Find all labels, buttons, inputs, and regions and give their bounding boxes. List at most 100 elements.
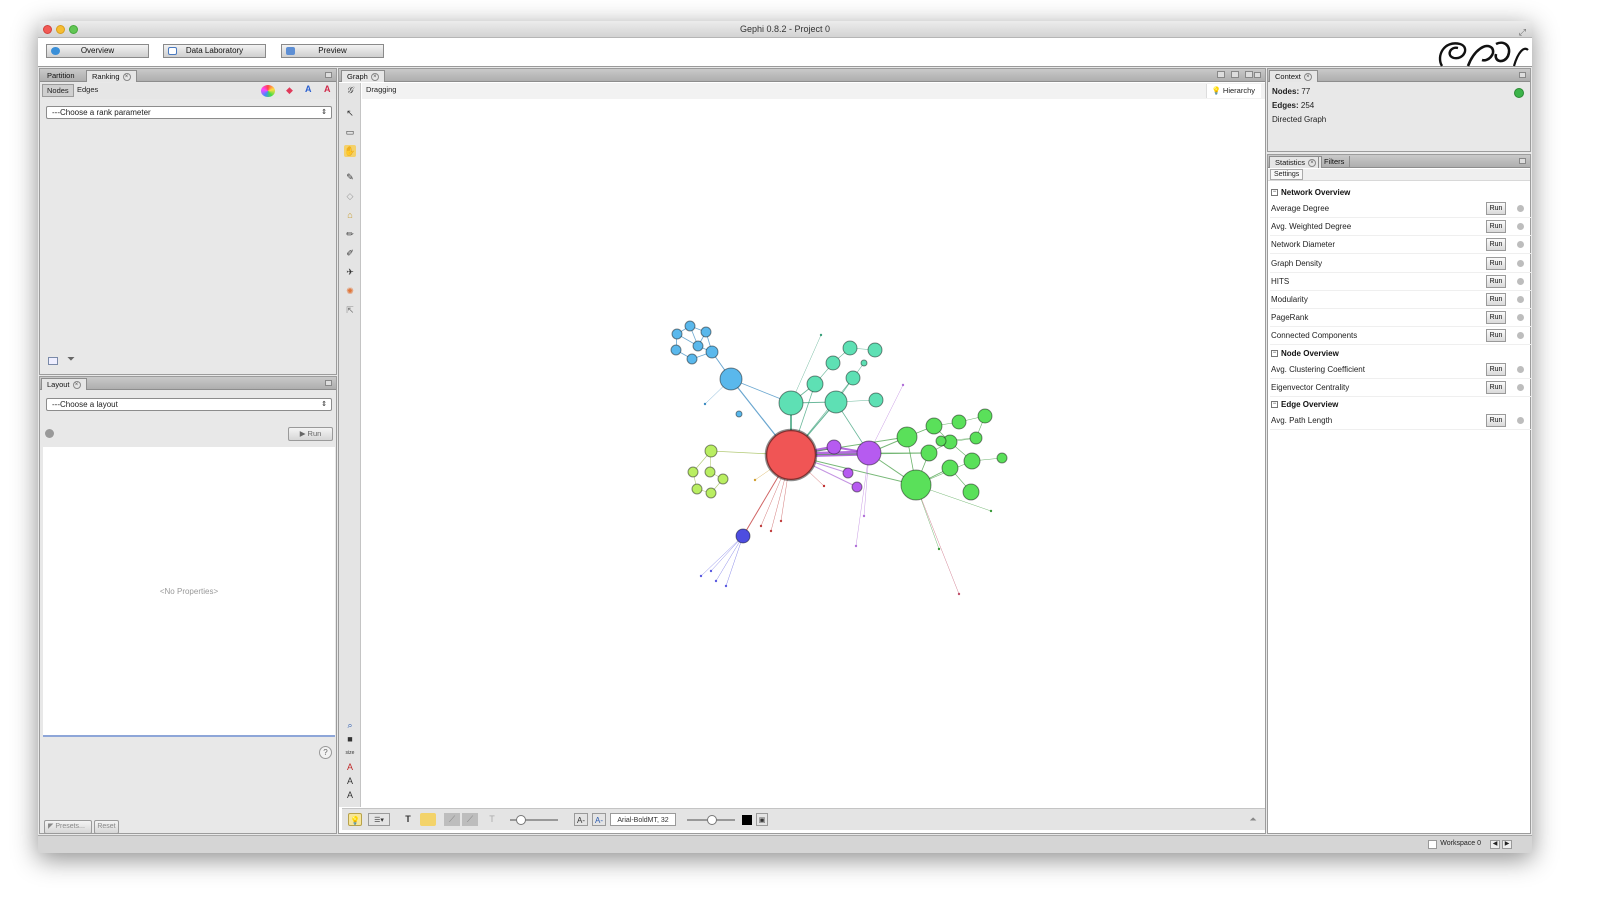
close-icon[interactable]: × [122, 73, 131, 82]
label-color-swatch[interactable] [742, 815, 752, 825]
section-header[interactable]: − Network Overview [1271, 186, 1529, 200]
run-statistic-button[interactable]: Run [1486, 380, 1506, 394]
node-size-icon[interactable]: size [344, 747, 356, 759]
help-button[interactable]: ? [319, 746, 332, 759]
rectangle-select-icon[interactable]: ▭ [344, 126, 356, 138]
previous-workspace-icon[interactable]: ◀ [1490, 840, 1500, 849]
tab-layout[interactable]: Layout × [41, 378, 87, 390]
slider-thumb[interactable] [516, 815, 526, 825]
refresh-icon[interactable] [1514, 88, 1524, 98]
close-icon[interactable]: × [370, 73, 379, 82]
label-scale-slider[interactable] [687, 815, 735, 825]
run-statistic-button[interactable]: Run [1486, 238, 1506, 252]
edge-weight-icon[interactable]: ⟋ [462, 813, 478, 826]
edit-node-icon[interactable]: ⇱ [344, 304, 356, 316]
collapse-icon[interactable]: − [1271, 349, 1278, 357]
label-color-icon[interactable]: A [305, 84, 312, 94]
presets-button[interactable]: ◤ Presets... [44, 820, 92, 834]
tab-statistics[interactable]: Statistics × [1269, 156, 1323, 168]
lightbulb-icon[interactable]: 💡 [348, 813, 362, 826]
eraser-icon[interactable]: ◇ [344, 190, 356, 202]
workspace-label[interactable]: Workspace 0 [1440, 840, 1481, 847]
subtab-nodes[interactable]: Nodes [42, 84, 74, 97]
gephi-g-icon[interactable]: 𝒢 [344, 85, 356, 97]
collapse-icon[interactable]: − [1271, 401, 1278, 409]
run-statistic-button[interactable]: Run [1486, 202, 1506, 215]
slider-thumb[interactable] [707, 815, 717, 825]
green-node [935, 435, 947, 447]
run-statistic-button[interactable]: Run [1486, 274, 1506, 288]
layout-run-button[interactable]: ▶ Run [288, 427, 333, 441]
close-icon[interactable]: × [1308, 159, 1317, 168]
minimize-panel-icon[interactable] [1519, 72, 1526, 78]
painter-icon[interactable]: ✎ [344, 171, 356, 183]
edge-color-icon[interactable]: ⟋ [444, 813, 460, 826]
run-statistic-button[interactable]: Run [1486, 311, 1506, 325]
screenshot-icon[interactable]: ▣ [756, 813, 768, 826]
edge-pencil-icon[interactable]: ✐ [344, 247, 356, 259]
scroll-left-icon[interactable] [1217, 71, 1225, 78]
pencil-icon[interactable]: ✏ [344, 228, 356, 240]
font-color-icon[interactable]: A [344, 761, 356, 773]
tab-graph[interactable]: Graph × [341, 70, 385, 82]
filter-icon[interactable]: ⏷ [67, 354, 75, 365]
close-icon[interactable]: × [1303, 73, 1312, 82]
overview-button[interactable]: Overview [46, 44, 149, 58]
edges-toggle-icon[interactable] [420, 813, 436, 826]
font-icon[interactable]: A [344, 775, 356, 787]
next-workspace-icon[interactable]: ▶ [1502, 840, 1512, 849]
label-size-icon[interactable]: T [486, 813, 498, 826]
hierarchy-button[interactable]: 💡 Hierarchy [1206, 84, 1261, 98]
minimize-panel-icon[interactable] [1519, 158, 1526, 164]
heat-map-icon[interactable]: ✺ [344, 285, 356, 297]
font-size-increase-icon[interactable]: A- [592, 813, 606, 826]
data-laboratory-button[interactable]: Data Laboratory [163, 44, 266, 58]
zoom-window-button[interactable] [69, 25, 78, 34]
graph-canvas[interactable] [362, 100, 1265, 806]
results-list-icon[interactable] [48, 357, 58, 365]
shortest-path-icon[interactable]: ✈ [344, 266, 356, 278]
brush-icon[interactable]: ⌂ [344, 209, 356, 221]
collapse-icon[interactable]: − [1271, 189, 1278, 197]
collapse-toolbar-icon[interactable]: ⏶ [1247, 813, 1259, 826]
minimize-panel-icon[interactable] [325, 72, 332, 78]
diamond-size-icon[interactable]: ◆ [286, 85, 293, 96]
close-icon[interactable]: × [72, 381, 81, 390]
section-header[interactable]: − Edge Overview [1271, 398, 1529, 412]
text-icon[interactable]: A [344, 789, 356, 801]
minimize-panel-icon[interactable] [325, 380, 332, 386]
scroll-right-icon[interactable] [1231, 71, 1239, 78]
layout-menu-icon[interactable]: ☰▾ [368, 813, 390, 826]
tab-ranking[interactable]: Ranking × [86, 70, 137, 82]
run-statistic-button[interactable]: Run [1486, 329, 1506, 343]
run-statistic-button[interactable]: Run [1486, 362, 1506, 376]
background-color-icon[interactable]: ■ [344, 733, 356, 745]
run-statistic-button[interactable]: Run [1486, 293, 1506, 306]
tab-filters[interactable]: Filters [1318, 156, 1351, 168]
layout-select[interactable]: ---Choose a layout ⇕ [46, 398, 332, 411]
tab-partition[interactable]: Partition [42, 70, 80, 82]
minimize-window-button[interactable] [56, 25, 65, 34]
minimize-panel-icon[interactable] [1254, 72, 1261, 78]
preview-button[interactable]: Preview [281, 44, 384, 58]
run-statistic-button[interactable]: Run [1486, 220, 1506, 234]
run-statistic-button[interactable]: Run [1486, 256, 1506, 270]
font-selector[interactable]: Arial-BoldMT, 32 [610, 813, 676, 826]
show-labels-icon[interactable]: T [402, 813, 414, 826]
close-window-button[interactable] [43, 25, 52, 34]
reset-button[interactable]: Reset [94, 820, 119, 834]
color-wheel-icon[interactable] [261, 85, 275, 97]
pointer-icon[interactable]: ↖ [344, 107, 356, 119]
run-statistic-button[interactable]: Run [1486, 414, 1506, 427]
drag-hand-icon[interactable]: ✋ [344, 145, 356, 157]
zoom-fit-icon[interactable]: ⌕ [344, 719, 356, 731]
section-header[interactable]: − Node Overview [1271, 347, 1529, 361]
font-size-decrease-icon[interactable]: A- [574, 813, 588, 826]
rank-parameter-select[interactable]: ---Choose a rank parameter ⇕ [46, 106, 332, 119]
subtab-edges[interactable]: Edges [73, 84, 102, 97]
edge-scale-slider[interactable] [510, 815, 558, 825]
tab-list-icon[interactable] [1245, 71, 1253, 78]
label-size-icon[interactable]: A [324, 84, 331, 94]
settings-button[interactable]: Settings [1270, 169, 1304, 180]
tab-context[interactable]: Context × [1269, 70, 1318, 82]
